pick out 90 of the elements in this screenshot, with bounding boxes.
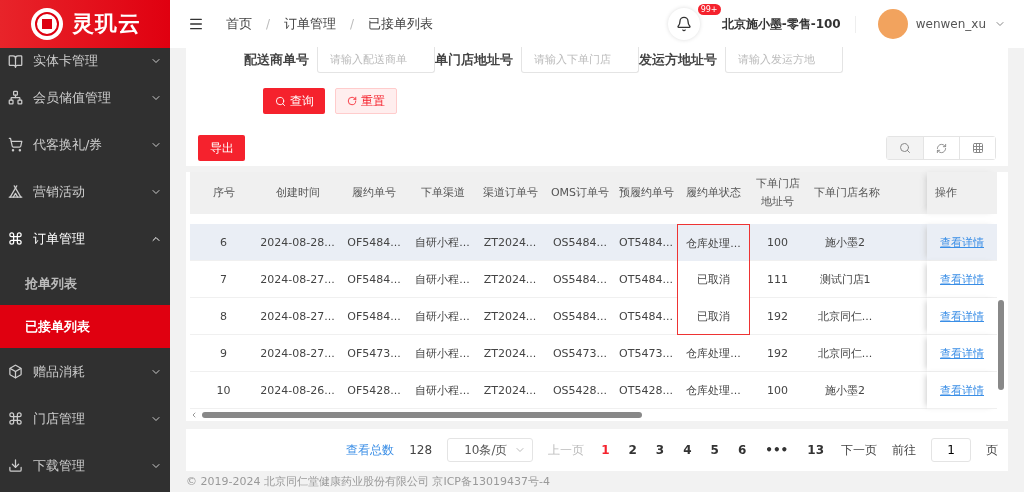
next-page-button[interactable]: 下一页 (841, 441, 877, 459)
page-button[interactable]: 6 (735, 443, 749, 457)
filter-label: 发运方地址号 (639, 51, 718, 69)
search-icon (899, 142, 911, 154)
cart-icon (8, 137, 23, 152)
view-details-link[interactable]: 查看详情 (940, 345, 984, 361)
columns-button[interactable] (959, 137, 995, 159)
export-button[interactable]: 导出 (198, 135, 245, 161)
view-details-link[interactable]: 查看详情 (940, 382, 984, 398)
refresh-icon (936, 142, 947, 154)
book-icon (8, 53, 23, 69)
sidebar-item[interactable]: 代客换礼/券 (0, 121, 170, 168)
table-cell: 2024-08-28... (257, 224, 338, 261)
filter-input[interactable]: 请输入下单门店 (521, 47, 639, 73)
sidebar-item[interactable]: 门店管理 (0, 395, 170, 442)
grid-icon (971, 142, 984, 154)
footer-text: © 2019-2024 北京同仁堂健康药业股份有限公司 京ICP备13019437号-4 (186, 474, 551, 489)
page-unit: 页 (986, 441, 998, 459)
cube-icon (8, 364, 23, 379)
table-cell: 6 (190, 224, 257, 261)
breadcrumb-item[interactable]: 首页 (226, 15, 252, 33)
table-cell: OS5484... (545, 224, 615, 261)
breadcrumb-separator: / (350, 17, 355, 31)
column-header: 操作 (927, 172, 997, 214)
submenu-item[interactable]: 已接单列表 (0, 305, 170, 348)
menu-icon[interactable] (188, 16, 204, 32)
view-details-link[interactable]: 查看详情 (940, 271, 984, 287)
status-cell: 已取消 (677, 261, 750, 298)
breadcrumb-item[interactable]: 订单管理 (284, 15, 337, 33)
logo-text: 灵玑云 (71, 10, 141, 38)
sidebar-item[interactable]: 下载管理 (0, 442, 170, 489)
sidebar-item[interactable]: 实体卡管理 (0, 48, 170, 74)
status-cell: 已取消 (677, 298, 750, 335)
filter-label: 单门店地址号 (435, 51, 514, 69)
view-details-link[interactable]: 查看详情 (940, 308, 984, 324)
rotate-icon (347, 96, 357, 106)
column-header: 履约单状态 (677, 172, 750, 214)
column-header: 渠道订单号 (475, 172, 545, 214)
column-header: 创建时间 (257, 172, 338, 214)
search-icon (274, 95, 286, 107)
table-cell: ZT2024... (475, 224, 545, 261)
goto-label: 前往 (892, 441, 916, 459)
column-header: 预履约单号 (615, 172, 677, 214)
breadcrumb-separator: / (266, 17, 271, 31)
status-cell: 仓库处理... (677, 224, 750, 261)
notification-badge: 99+ (697, 4, 721, 15)
command-icon (8, 411, 23, 426)
table-cell: 施小墨2 (805, 224, 927, 261)
search-button[interactable] (887, 137, 923, 159)
goto-input[interactable]: 1 (931, 438, 971, 462)
page-button[interactable]: 3 (653, 443, 667, 457)
page-size-select[interactable]: 10条/页 (447, 438, 534, 462)
user-name[interactable]: wenwen_xu (915, 17, 986, 31)
column-header: OMS订单号 (545, 172, 615, 214)
filter-input[interactable]: 请输入发运方地 (725, 47, 843, 73)
query-button[interactable]: 查询 (263, 88, 325, 114)
total-link[interactable]: 查看总数 (346, 441, 395, 459)
filter-label: 配送商单号 (244, 51, 310, 69)
page-button[interactable]: 13 (805, 443, 826, 457)
filter-input[interactable]: 请输入配送商单 (317, 47, 435, 73)
total-count: 128 (409, 443, 433, 457)
submenu-item[interactable]: 抢单列表 (0, 262, 170, 305)
reset-button[interactable]: 重置 (335, 88, 397, 114)
page-button[interactable]: 1 (599, 443, 612, 457)
network-icon (8, 90, 23, 105)
page-button[interactable]: 5 (708, 443, 721, 457)
seal-logo-icon (29, 7, 64, 41)
column-header: 下单渠道 (410, 172, 475, 214)
page-button[interactable]: 2 (626, 443, 639, 457)
page-button[interactable]: 4 (681, 443, 694, 457)
table-cell: OF5484... (338, 224, 410, 261)
column-header: 履约单号 (338, 172, 410, 214)
table-cell: 自研小程... (410, 224, 475, 261)
sidebar-item[interactable]: 赠品消耗 (0, 348, 170, 395)
column-header: 下单门店名称 (805, 172, 927, 214)
sidebar-item[interactable]: 订单管理 (0, 215, 170, 262)
command-icon (8, 231, 23, 246)
store-name: 北京施小墨-零售-100 (721, 15, 856, 33)
sidebar-item[interactable]: 会员储值管理 (0, 74, 170, 121)
table-cell: OT5484... (615, 224, 677, 261)
download-icon (8, 458, 23, 473)
column-header: 下单门店地址号 (750, 172, 805, 214)
table-cell: 100 (750, 224, 805, 261)
sidebar-item[interactable]: 营销活动 (0, 168, 170, 215)
bell-icon (675, 16, 692, 32)
tent-icon (8, 184, 23, 199)
page-button[interactable]: ••• (763, 443, 791, 457)
breadcrumb-item: 已接单列表 (368, 15, 434, 33)
avatar[interactable] (877, 9, 908, 39)
column-header: 序号 (190, 172, 257, 214)
